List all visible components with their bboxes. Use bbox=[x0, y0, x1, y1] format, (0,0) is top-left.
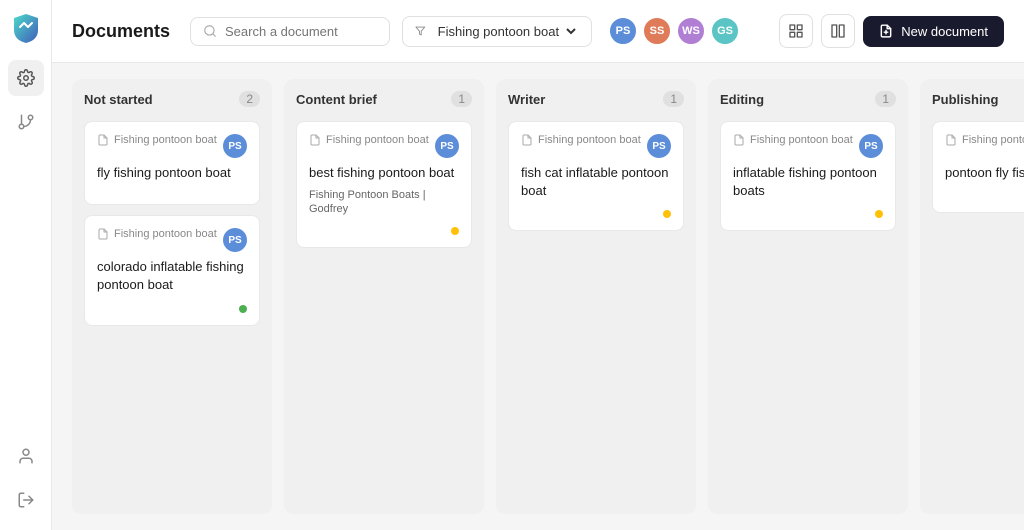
sidebar-item-user[interactable] bbox=[8, 438, 44, 474]
column-title-not-started: Not started bbox=[84, 92, 153, 107]
search-icon bbox=[203, 24, 217, 38]
card-avatar: PS bbox=[223, 228, 247, 252]
new-document-label: New document bbox=[901, 24, 988, 39]
column-title-content-brief: Content brief bbox=[296, 92, 377, 107]
column-title-editing: Editing bbox=[720, 92, 764, 107]
card-meta: Fishing pontoon boat bbox=[521, 134, 641, 146]
header-actions: New document bbox=[779, 14, 1004, 48]
card-filter-name: Fishing pontoon boat bbox=[326, 134, 429, 146]
card-top: Fishing pontoon boat PS bbox=[521, 134, 671, 158]
card-title: inflatable fishing pontoon boats bbox=[733, 164, 883, 200]
status-dot-green bbox=[239, 305, 247, 313]
app-logo[interactable] bbox=[10, 12, 42, 44]
column-header-editing: Editing 1 bbox=[720, 91, 896, 111]
filter-select[interactable]: Fishing pontoon boat All documents bbox=[434, 23, 579, 40]
card-filter-name: Fishing pontoon boat bbox=[114, 228, 217, 240]
card-meta: Fishing pontoon boat bbox=[97, 134, 217, 146]
column-header-content-brief: Content brief 1 bbox=[296, 91, 472, 111]
column-title-publishing: Publishing bbox=[932, 92, 998, 107]
doc-icon bbox=[97, 228, 109, 240]
card-pontoon-fly[interactable]: Fishing pontoon boat PS pontoon fly fish… bbox=[932, 121, 1024, 213]
column-count-writer: 1 bbox=[663, 91, 684, 107]
doc-icon bbox=[945, 134, 957, 146]
column-writer: Writer 1 Fishing pontoon boat PS fish ca… bbox=[496, 79, 696, 514]
main-content: Documents Fishing pontoon boat All docum… bbox=[52, 0, 1024, 530]
view-board-button[interactable] bbox=[821, 14, 855, 48]
card-meta: Fishing pontoon boat bbox=[945, 134, 1024, 146]
card-avatar: PS bbox=[435, 134, 459, 158]
column-header-writer: Writer 1 bbox=[508, 91, 684, 111]
filter-dropdown[interactable]: Fishing pontoon boat All documents bbox=[402, 16, 592, 47]
card-subtitle: Fishing Pontoon Boats | Godfrey bbox=[309, 188, 459, 217]
column-content-brief: Content brief 1 Fishing pontoon boat PS … bbox=[284, 79, 484, 514]
column-count-not-started: 2 bbox=[239, 91, 260, 107]
sidebar-item-logout[interactable] bbox=[8, 482, 44, 518]
doc-icon bbox=[733, 134, 745, 146]
card-title: fish cat inflatable pontoon boat bbox=[521, 164, 671, 200]
column-header-publishing: Publishing 1 bbox=[932, 91, 1024, 111]
doc-icon bbox=[309, 134, 321, 146]
card-footer bbox=[309, 227, 459, 235]
card-avatar: PS bbox=[859, 134, 883, 158]
avatar-gs[interactable]: GS bbox=[710, 16, 740, 46]
card-filter-name: Fishing pontoon boat bbox=[114, 134, 217, 146]
column-editing: Editing 1 Fishing pontoon boat PS inflat… bbox=[708, 79, 908, 514]
card-best-fishing[interactable]: Fishing pontoon boat PS best fishing pon… bbox=[296, 121, 472, 248]
filter-icon bbox=[415, 25, 426, 37]
card-colorado-fishing[interactable]: Fishing pontoon boat PS colorado inflata… bbox=[84, 215, 260, 325]
column-not-started: Not started 2 Fishing pontoon boat PS fl… bbox=[72, 79, 272, 514]
card-footer bbox=[97, 305, 247, 313]
card-meta: Fishing pontoon boat bbox=[309, 134, 429, 146]
card-top: Fishing pontoon boat PS bbox=[733, 134, 883, 158]
card-meta: Fishing pontoon boat bbox=[97, 228, 217, 240]
card-top: Fishing pontoon boat PS bbox=[97, 228, 247, 252]
status-dot-yellow bbox=[875, 210, 883, 218]
doc-icon bbox=[97, 134, 109, 146]
sidebar bbox=[0, 0, 52, 530]
card-footer bbox=[945, 192, 1024, 200]
column-count-content-brief: 1 bbox=[451, 91, 472, 107]
card-filter-name: Fishing pontoon boat bbox=[538, 134, 641, 146]
card-top: Fishing pontoon boat PS bbox=[309, 134, 459, 158]
card-title: pontoon fly fishing boat bbox=[945, 164, 1024, 182]
column-title-writer: Writer bbox=[508, 92, 545, 107]
card-inflatable-fishing[interactable]: Fishing pontoon boat PS inflatable fishi… bbox=[720, 121, 896, 231]
card-title: best fishing pontoon boat bbox=[309, 164, 459, 182]
column-publishing: Publishing 1 Fishing pontoon boat PS pon… bbox=[920, 79, 1024, 514]
card-footer bbox=[521, 210, 671, 218]
sidebar-item-branches[interactable] bbox=[8, 104, 44, 140]
card-fish-cat[interactable]: Fishing pontoon boat PS fish cat inflata… bbox=[508, 121, 684, 231]
avatar-ps[interactable]: PS bbox=[608, 16, 638, 46]
page-title: Documents bbox=[72, 21, 170, 42]
card-footer bbox=[733, 210, 883, 218]
column-header-not-started: Not started 2 bbox=[84, 91, 260, 111]
card-title: fly fishing pontoon boat bbox=[97, 164, 247, 182]
avatars-group: PS SS WS GS bbox=[608, 16, 740, 46]
card-avatar: PS bbox=[647, 134, 671, 158]
view-list-button[interactable] bbox=[779, 14, 813, 48]
card-top: Fishing pontoon boat PS bbox=[97, 134, 247, 158]
card-top: Fishing pontoon boat PS bbox=[945, 134, 1024, 158]
card-meta: Fishing pontoon boat bbox=[733, 134, 853, 146]
header: Documents Fishing pontoon boat All docum… bbox=[52, 0, 1024, 63]
doc-icon bbox=[521, 134, 533, 146]
sidebar-item-settings[interactable] bbox=[8, 60, 44, 96]
avatar-ss[interactable]: SS bbox=[642, 16, 672, 46]
avatar-ws[interactable]: WS bbox=[676, 16, 706, 46]
status-dot-yellow bbox=[663, 210, 671, 218]
search-box[interactable] bbox=[190, 17, 390, 46]
card-avatar: PS bbox=[223, 134, 247, 158]
card-filter-name: Fishing pontoon boat bbox=[750, 134, 853, 146]
search-input[interactable] bbox=[225, 24, 377, 39]
card-filter-name: Fishing pontoon boat bbox=[962, 134, 1024, 146]
card-title: colorado inflatable fishing pontoon boat bbox=[97, 258, 247, 294]
kanban-board: Not started 2 Fishing pontoon boat PS fl… bbox=[52, 63, 1024, 530]
status-dot-yellow bbox=[451, 227, 459, 235]
column-count-editing: 1 bbox=[875, 91, 896, 107]
new-document-button[interactable]: New document bbox=[863, 16, 1004, 47]
card-fly-fishing[interactable]: Fishing pontoon boat PS fly fishing pont… bbox=[84, 121, 260, 205]
